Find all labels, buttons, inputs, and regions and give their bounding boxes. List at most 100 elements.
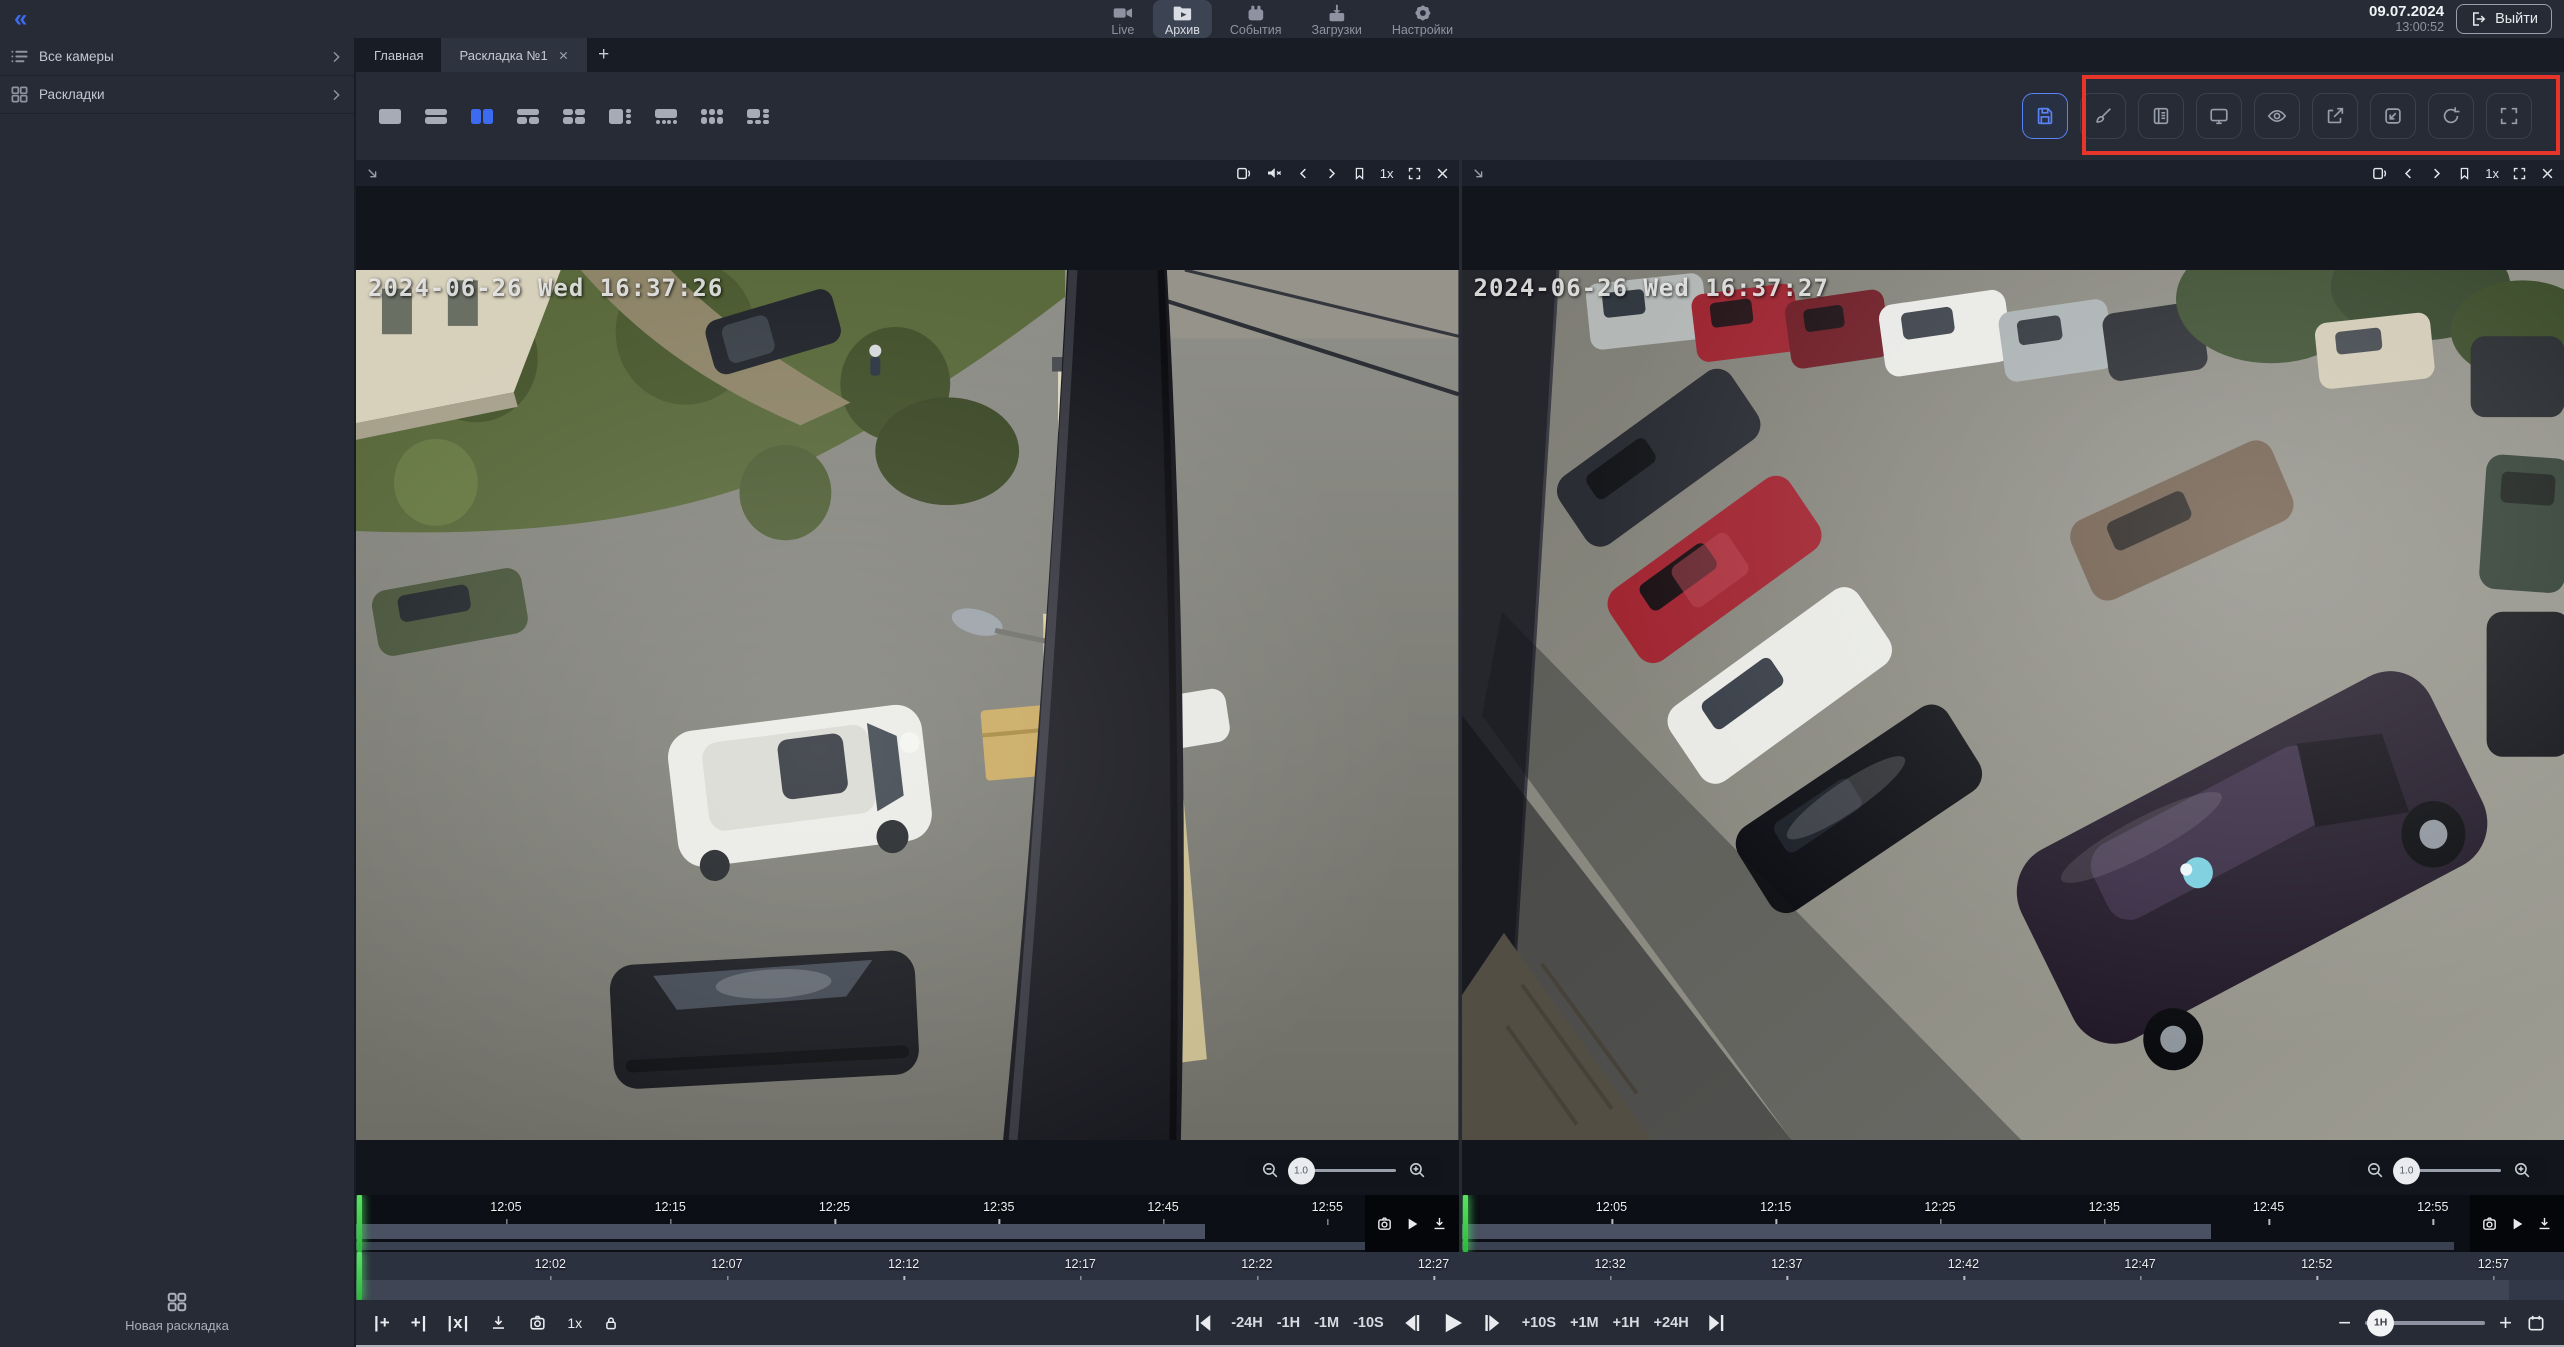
range-tool-button[interactable]: +| [411,1313,428,1333]
logout-button[interactable]: Выйти [2456,4,2552,34]
play-button[interactable] [1440,1310,1466,1336]
tab-home[interactable]: Главная [356,38,441,72]
tab-close-icon[interactable] [558,50,569,61]
resize-button[interactable] [2370,93,2416,139]
range-tool-button[interactable]: |x| [447,1313,469,1333]
seek-forward-button[interactable]: +10S [1522,1315,1556,1331]
nav-live[interactable]: Live [1099,0,1147,38]
pip-icon[interactable] [1235,165,1252,182]
zoom-in-icon[interactable] [1408,1161,1427,1180]
camera-2-speed-label[interactable]: 1x [2485,166,2499,181]
camera-1-zoom-thumb[interactable]: 1.0 [1288,1157,1315,1184]
recording-track-2[interactable] [356,1242,1381,1250]
bookmark-icon[interactable] [2457,166,2472,181]
monitor-button[interactable] [2196,93,2242,139]
panel-close-icon[interactable] [1435,166,1450,181]
camera-2-timeline[interactable]: 12:0512:1512:2512:3512:4512:55 [1462,1195,2564,1252]
seek-forward-button[interactable]: +24H [1654,1315,1689,1331]
snapshot-icon[interactable] [528,1313,547,1332]
playback-speed-label[interactable]: 1x [567,1315,582,1331]
layout-option-single[interactable] [372,101,408,131]
save-layout-button[interactable] [2022,93,2068,139]
seek-forward-button[interactable]: +1H [1613,1315,1640,1331]
play-icon[interactable] [2509,1216,2525,1232]
next-icon[interactable] [1324,166,1339,181]
layout-option-one-plus-three[interactable] [602,101,638,131]
prev-icon[interactable] [1296,166,1311,181]
panel-fullscreen-icon[interactable] [2512,166,2527,181]
sidebar-collapse-button[interactable]: « [14,7,27,31]
tab-layout-1[interactable]: Раскладка №1 [441,38,586,72]
seek-forward-button[interactable]: +1M [1570,1315,1599,1331]
zoom-out-icon[interactable] [1261,1161,1280,1180]
calendar-icon[interactable] [2526,1313,2546,1333]
diagonal-arrow-icon[interactable] [1471,166,1486,181]
skip-to-end-button[interactable] [1705,1311,1729,1335]
next-icon[interactable] [2429,166,2444,181]
playhead-marker[interactable] [357,1195,362,1252]
journal-button[interactable] [2138,93,2184,139]
master-timeline[interactable]: 12:0212:0712:1212:1712:2212:2712:3212:37… [356,1252,2564,1300]
scale-zoom-in-button[interactable]: + [2499,1312,2512,1334]
camera-1-zoom-slider[interactable]: 1.0 [1292,1169,1396,1172]
play-icon[interactable] [1404,1216,1420,1232]
panel-fullscreen-icon[interactable] [1407,166,1422,181]
prev-icon[interactable] [2401,166,2416,181]
recording-track-1[interactable] [1462,1224,2212,1239]
layout-option-one-plus-four[interactable] [648,101,684,131]
skip-to-start-button[interactable] [1191,1311,1215,1335]
seek-back-button[interactable]: -1H [1277,1315,1300,1331]
frame-back-button[interactable] [1400,1311,1424,1335]
snapshot-icon[interactable] [1376,1215,1393,1232]
mute-icon[interactable] [1265,164,1283,182]
camera-2-video[interactable]: 2024-06-26 Wed 16:37:27 1.0 [1462,186,2564,1195]
range-tool-button[interactable]: |+ [374,1313,391,1333]
camera-1-timeline[interactable]: 12:0512:1512:2512:3512:4512:55 [356,1195,1459,1252]
layout-option-grid-3x2[interactable] [694,101,730,131]
camera-2-zoom-thumb[interactable]: 1.0 [2393,1157,2420,1184]
timeline-scale-slider[interactable]: 1H [2365,1321,2485,1325]
sidebar-item-layouts[interactable]: Раскладки [0,76,354,114]
clear-layout-button[interactable] [2080,93,2126,139]
layout-option-one-plus-five[interactable] [740,101,776,131]
refresh-button[interactable] [2428,93,2474,139]
playhead-marker[interactable] [357,1252,362,1300]
seek-back-button[interactable]: -24H [1231,1315,1262,1331]
download-icon[interactable] [1431,1215,1448,1232]
zoom-out-icon[interactable] [2366,1161,2385,1180]
download-icon[interactable] [489,1313,508,1332]
sidebar-item-all-cameras[interactable]: Все камеры [0,38,354,76]
scale-zoom-out-button[interactable]: − [2338,1312,2351,1334]
lock-icon[interactable] [602,1314,620,1332]
nav-events[interactable]: События [1218,0,1294,38]
frame-forward-button[interactable] [1482,1311,1506,1335]
nav-settings[interactable]: Настройки [1380,0,1465,38]
nav-downloads[interactable]: Загрузки [1300,0,1374,38]
download-icon[interactable] [2536,1215,2553,1232]
recording-track-2[interactable] [1462,1242,2454,1250]
playhead-marker[interactable] [1463,1195,1468,1252]
export-button[interactable] [2312,93,2358,139]
camera-1-speed-label[interactable]: 1x [1380,166,1394,181]
seek-back-button[interactable]: -10S [1353,1315,1384,1331]
add-tab-button[interactable]: + [587,38,621,72]
layout-option-one-plus-two[interactable] [510,101,546,131]
layout-option-two-columns[interactable] [464,101,500,131]
camera-2-zoom-slider[interactable]: 1.0 [2397,1169,2501,1172]
layout-option-two-rows[interactable] [418,101,454,131]
recording-track-1[interactable] [356,1224,1205,1239]
timeline-scale-thumb[interactable]: 1H [2367,1309,2394,1336]
fullscreen-button[interactable] [2486,93,2532,139]
camera-1-video[interactable]: 2024-06-26 Wed 16:37:26 1.0 [356,186,1459,1195]
bookmark-icon[interactable] [1352,166,1367,181]
diagonal-arrow-icon[interactable] [365,166,380,181]
new-layout-button[interactable]: Новая раскладка [112,1291,242,1335]
panel-close-icon[interactable] [2540,166,2555,181]
zoom-in-icon[interactable] [2513,1161,2532,1180]
eye-button[interactable] [2254,93,2300,139]
seek-back-button[interactable]: -1M [1314,1315,1339,1331]
layout-option-grid-2x2[interactable] [556,101,592,131]
master-recording-track[interactable] [356,1280,2564,1300]
snapshot-icon[interactable] [2481,1215,2498,1232]
pip-icon[interactable] [2371,165,2388,182]
